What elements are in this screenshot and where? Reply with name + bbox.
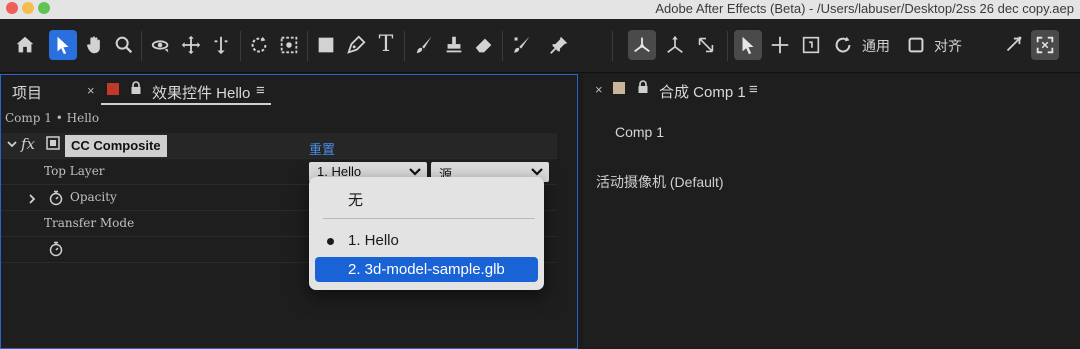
stopwatch-icon[interactable] <box>49 241 63 262</box>
dropdown-item-hello[interactable]: 1. Hello <box>315 228 538 253</box>
rotate-gizmo-icon[interactable] <box>829 30 857 60</box>
expand-arrows-icon[interactable] <box>999 30 1027 60</box>
toolbar-divider <box>502 31 503 61</box>
effect-controls-tab-bar: 项目 × 效果控件 Hello ≡ <box>1 75 577 105</box>
anchor-box-icon[interactable] <box>797 30 825 60</box>
close-tab-icon[interactable]: × <box>87 83 95 98</box>
dropdown-divider <box>323 218 535 219</box>
title-bar: Adobe After Effects (Beta) - /Users/labu… <box>0 0 1080 19</box>
window-title: Adobe After Effects (Beta) - /Users/labu… <box>655 1 1074 16</box>
hand-icon[interactable] <box>80 30 108 60</box>
top-layer-label: Top Layer <box>44 164 105 178</box>
toolbar-divider <box>141 31 142 61</box>
rotate-icon[interactable] <box>245 30 273 60</box>
effect-name[interactable]: CC Composite <box>65 135 167 157</box>
collapse-chevron-icon[interactable] <box>6 137 18 155</box>
snapping-label[interactable]: 对齐 <box>934 36 962 56</box>
panel-menu-icon[interactable]: ≡ <box>256 82 265 99</box>
dropdown-item-label: 无 <box>348 192 364 209</box>
eraser-icon[interactable] <box>470 30 498 60</box>
tools-toolbar: T 通用 对齐 <box>0 19 1080 73</box>
panel-menu-icon[interactable]: ≡ <box>749 81 758 98</box>
toolbar-divider <box>404 31 405 61</box>
tab-effect-controls[interactable]: 效果控件 Hello <box>152 82 250 103</box>
snapping-checkbox-icon[interactable] <box>902 30 930 60</box>
scale-gizmo-icon[interactable] <box>692 30 720 60</box>
rectangle-icon[interactable] <box>312 30 340 60</box>
active-tab-indicator <box>101 103 271 105</box>
home-icon[interactable] <box>11 30 39 60</box>
dropdown-item-label: 2. 3d-model-sample.glb <box>348 261 505 278</box>
transfer-mode-label: Transfer Mode <box>44 216 135 230</box>
brush-icon[interactable] <box>410 30 438 60</box>
zoom-icon[interactable] <box>110 30 138 60</box>
type-icon[interactable]: T <box>372 30 400 60</box>
tab-composition[interactable]: 合成 Comp 1 <box>659 81 746 102</box>
pan-camera-icon[interactable] <box>177 30 205 60</box>
dropdown-item-none[interactable]: 无 <box>315 185 538 210</box>
selection-mode-icon[interactable] <box>734 30 762 60</box>
dropdown-item-3d-model[interactable]: 2. 3d-model-sample.glb <box>315 257 538 282</box>
composition-panel: × 合成 Comp 1 ≡ Comp 1 活动摄像机 (Default) <box>583 74 1080 349</box>
active-camera-label: 活动摄像机 (Default) <box>596 174 724 190</box>
toolbar-divider <box>240 31 241 61</box>
breadcrumb: Comp 1 • Hello <box>5 111 100 125</box>
fx-toggle-icon[interactable]: fx <box>21 135 35 153</box>
move-axis-icon[interactable] <box>766 30 794 60</box>
pan-behind-icon[interactable] <box>275 30 303 60</box>
orbit-camera-icon[interactable] <box>147 30 175 60</box>
reset-link[interactable]: 重置 <box>309 139 335 158</box>
lock-icon[interactable] <box>130 81 142 95</box>
toolbar-divider <box>727 31 728 61</box>
composition-tab-bar: × 合成 Comp 1 ≡ <box>583 74 1080 104</box>
checked-bullet-icon <box>327 238 334 245</box>
effect-icon <box>46 136 60 155</box>
comp-flowchart-tab[interactable]: Comp 1 <box>615 124 664 140</box>
gizmo-mode-label[interactable]: 通用 <box>862 36 890 56</box>
dolly-camera-icon[interactable] <box>207 30 235 60</box>
selection-arrow-icon[interactable] <box>49 30 77 60</box>
expand-chevron-icon[interactable] <box>27 192 37 210</box>
toolbar-divider <box>612 31 613 61</box>
zoom-window-button[interactable] <box>38 2 50 14</box>
dropdown-item-label: 1. Hello <box>348 232 399 249</box>
close-tab-icon[interactable]: × <box>595 82 603 97</box>
comp-label-swatch <box>613 82 625 94</box>
close-window-button[interactable] <box>6 2 18 14</box>
toolbar-divider <box>307 31 308 61</box>
tab-project[interactable]: 项目 <box>12 82 42 103</box>
clone-stamp-icon[interactable] <box>440 30 468 60</box>
fit-view-icon[interactable] <box>1031 30 1059 60</box>
universal-gizmo-icon[interactable] <box>628 30 656 60</box>
roto-brush-icon[interactable] <box>508 30 536 60</box>
opacity-label: Opacity <box>70 190 117 204</box>
minimize-window-button[interactable] <box>22 2 34 14</box>
layer-dropdown-menu: 无 1. Hello 2. 3d-model-sample.glb <box>309 177 544 290</box>
lock-icon[interactable] <box>637 80 649 94</box>
puppet-pin-icon[interactable] <box>545 30 573 60</box>
move-gizmo-icon[interactable] <box>661 30 689 60</box>
effects-label-swatch <box>107 83 119 95</box>
stopwatch-icon[interactable] <box>49 190 63 211</box>
pen-icon[interactable] <box>342 30 370 60</box>
